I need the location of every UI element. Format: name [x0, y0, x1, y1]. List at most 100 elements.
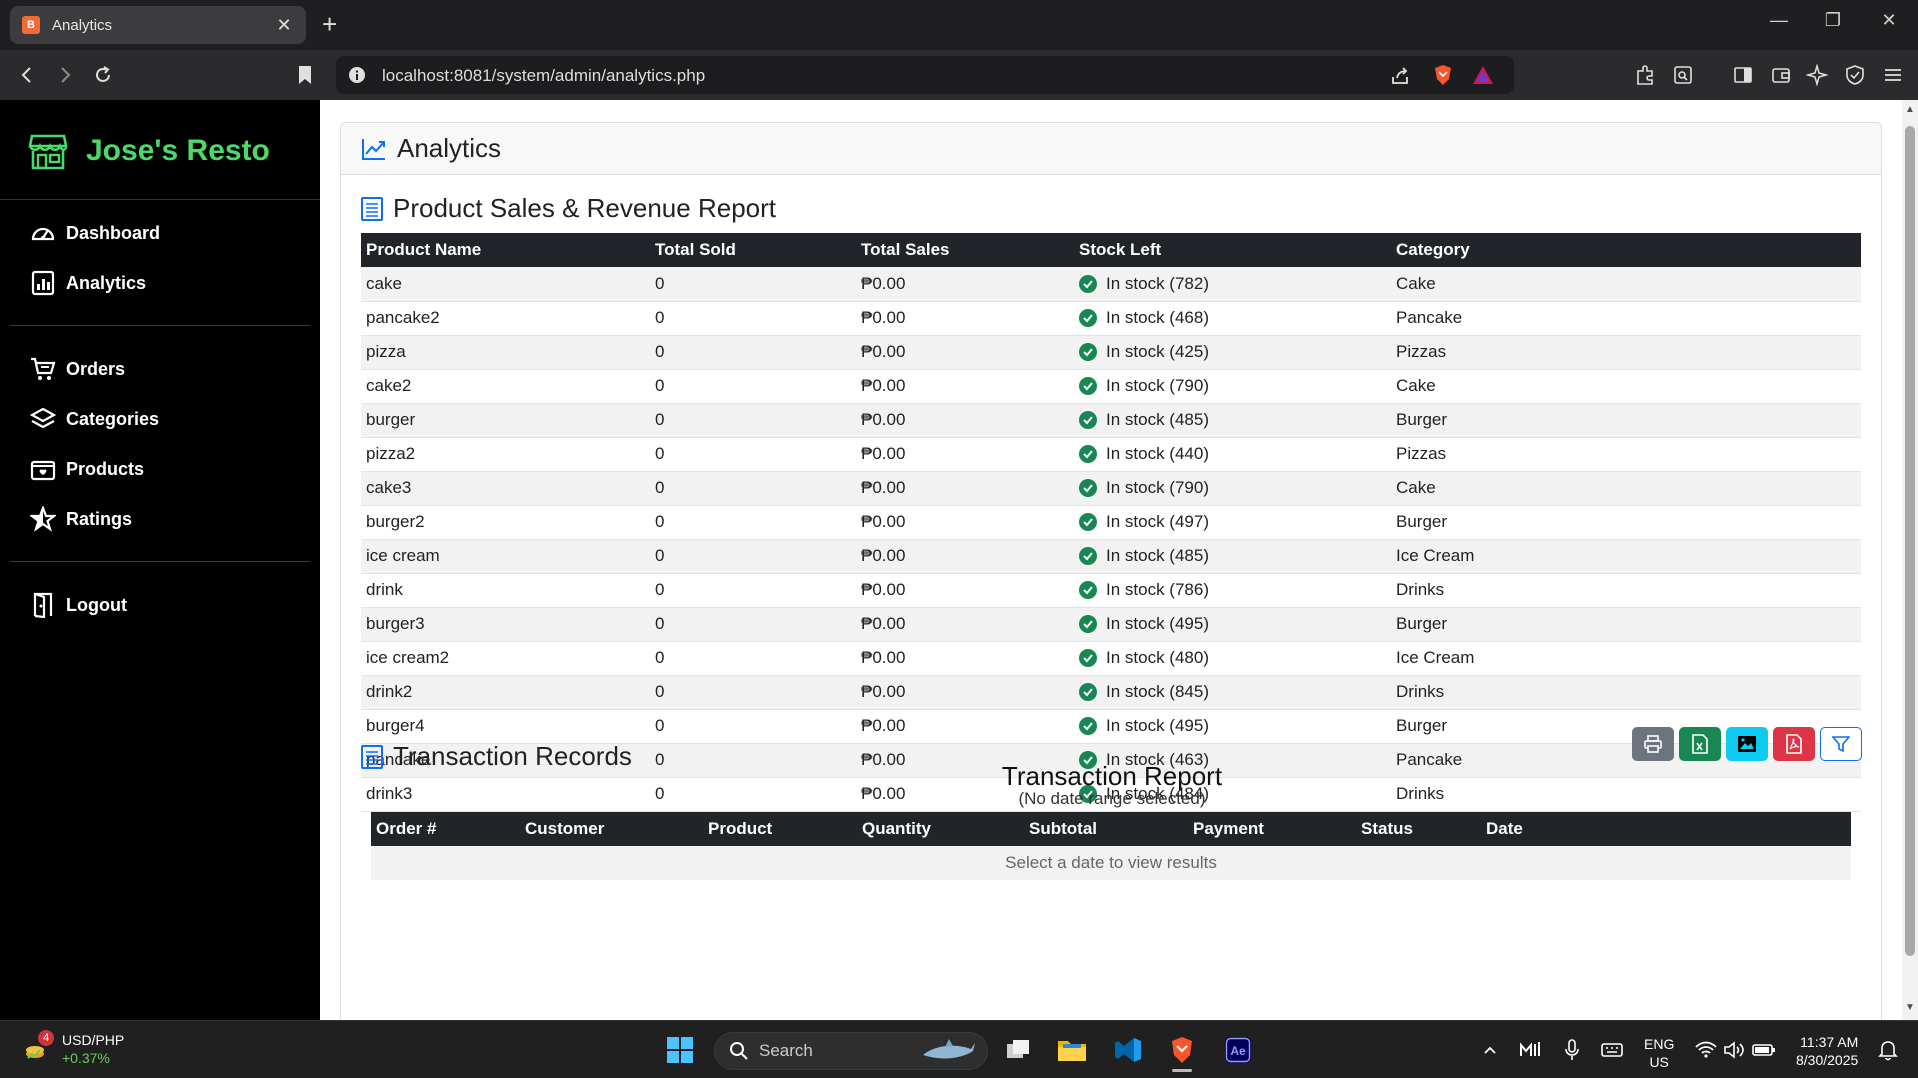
back-icon[interactable] — [14, 62, 40, 88]
pdf-button[interactable] — [1773, 727, 1815, 761]
filter-button[interactable] — [1820, 727, 1862, 761]
box-icon — [28, 454, 58, 484]
sidebar-item-orders[interactable]: Orders — [28, 352, 125, 386]
scroll-up-icon[interactable]: ▲ — [1905, 104, 1915, 115]
stock-cell: In stock (845) — [1074, 675, 1391, 710]
check-circle-icon — [1079, 479, 1097, 497]
window-close-icon[interactable]: ✕ — [1874, 10, 1904, 31]
star-icon — [28, 504, 58, 534]
keyboard-icon[interactable] — [1596, 1034, 1628, 1066]
tray-app-icon[interactable] — [1514, 1034, 1546, 1066]
language-indicator[interactable]: ENG US — [1644, 1035, 1674, 1071]
table-row: Select a date to view results — [371, 846, 1851, 880]
url-text: localhost:8081/system/admin/analytics.ph… — [382, 66, 706, 85]
stock-text: In stock (495) — [1106, 614, 1209, 633]
brand[interactable]: Jose's Resto — [28, 132, 270, 170]
share-icon[interactable] — [1390, 66, 1410, 86]
check-circle-icon — [1079, 411, 1097, 429]
brand-name: Jose's Resto — [86, 134, 270, 167]
site-info-icon[interactable] — [348, 66, 366, 84]
column-header: Date — [1481, 812, 1851, 846]
stock-text: In stock (468) — [1106, 308, 1209, 327]
sidebar-item-analytics[interactable]: Analytics — [28, 266, 146, 300]
notification-bell-icon[interactable] — [1872, 1034, 1904, 1066]
windows-start-icon[interactable] — [664, 1034, 696, 1066]
weather-ticker-widget[interactable]: 4 USD/PHP +0.37% — [24, 1030, 124, 1067]
browser-tab[interactable]: B Analytics ✕ — [10, 6, 306, 44]
table-row: ice cream2 0 ₱0.00 In stock (480) Ice Cream — [361, 641, 1861, 676]
minimize-icon[interactable]: — — [1764, 10, 1794, 31]
column-header: Stock Left — [1074, 233, 1391, 267]
brave-shields-icon[interactable] — [1432, 64, 1454, 86]
total-sales-cell: ₱0.00 — [856, 675, 1074, 710]
forward-icon[interactable] — [52, 62, 78, 88]
page-viewport: Jose's Resto Dashboard Analytics Orders — [0, 100, 1918, 1020]
total-sold-cell: 0 — [650, 267, 856, 302]
brave-rewards-icon[interactable] — [1472, 64, 1494, 86]
table-row: ice cream 0 ₱0.00 In stock (485) Ice Cream — [361, 539, 1861, 574]
sidebar-toggle-icon[interactable] — [1730, 62, 1756, 88]
excel-button[interactable] — [1679, 727, 1721, 761]
total-sales-cell: ₱0.00 — [856, 267, 1074, 302]
sidebar-item-dashboard[interactable]: Dashboard — [28, 216, 160, 250]
brave-browser-icon[interactable] — [1166, 1034, 1198, 1072]
print-button[interactable] — [1632, 727, 1674, 761]
stock-text: In stock (845) — [1106, 682, 1209, 701]
page-scrollbar[interactable]: ▲ ▼ — [1902, 100, 1918, 1020]
total-sold-cell: 0 — [650, 675, 856, 710]
microphone-icon[interactable] — [1556, 1034, 1588, 1066]
reload-icon[interactable] — [90, 62, 116, 88]
table-row: pizza2 0 ₱0.00 In stock (440) Pizzas — [361, 437, 1861, 472]
category-cell: Pizzas — [1391, 335, 1861, 370]
extensions-icon[interactable] — [1632, 62, 1658, 88]
task-view-icon[interactable] — [1002, 1034, 1034, 1066]
total-sales-cell: ₱0.00 — [856, 403, 1074, 438]
leo-ai-icon[interactable] — [1804, 62, 1830, 88]
sidebar-item-ratings[interactable]: Ratings — [28, 502, 132, 536]
sidebar-item-logout[interactable]: Logout — [28, 588, 127, 622]
stock-cell: In stock (480) — [1074, 641, 1391, 676]
stock-text: In stock (497) — [1106, 512, 1209, 531]
stock-text: In stock (782) — [1106, 273, 1209, 293]
address-bar[interactable]: localhost:8081/system/admin/analytics.ph… — [336, 56, 1514, 94]
taskbar-search[interactable]: Search — [714, 1032, 988, 1070]
volume-icon[interactable] — [1718, 1034, 1750, 1066]
report-title: Transaction Report — [1001, 761, 1223, 791]
file-explorer-icon[interactable] — [1056, 1034, 1088, 1066]
menu-icon[interactable] — [1880, 62, 1906, 88]
tab-close-icon[interactable]: ✕ — [274, 15, 294, 36]
sales-table: Product Name Total Sold Total Sales Stoc… — [361, 233, 1861, 812]
scroll-thumb[interactable] — [1905, 126, 1915, 956]
vscode-icon[interactable] — [1112, 1034, 1144, 1066]
sidebar-item-products[interactable]: Products — [28, 452, 144, 486]
image-button[interactable] — [1726, 727, 1768, 761]
restore-icon[interactable]: ❐ — [1818, 10, 1848, 31]
system-clock[interactable]: 11:37 AM 8/30/2025 — [1796, 1033, 1858, 1069]
gauge-icon — [28, 218, 58, 248]
category-cell: Cake — [1391, 369, 1861, 404]
stock-cell: In stock (425) — [1074, 335, 1391, 370]
wallet-icon[interactable] — [1768, 62, 1794, 88]
sidebar-item-label: Analytics — [66, 272, 147, 293]
sidebar-item-label: Dashboard — [66, 222, 161, 243]
new-tab-icon[interactable]: + — [322, 10, 337, 38]
product-name-cell: burger3 — [361, 607, 650, 642]
battery-icon[interactable] — [1748, 1034, 1780, 1066]
cart-icon — [28, 354, 58, 384]
tray-chevron-up-icon[interactable] — [1474, 1034, 1506, 1066]
check-circle-icon — [1079, 717, 1097, 735]
total-sold-cell: 0 — [650, 573, 856, 608]
sidebar-item-categories[interactable]: Categories — [28, 402, 159, 436]
bookmark-icon[interactable] — [292, 62, 318, 88]
category-cell: Burger — [1391, 403, 1861, 438]
stock-text: In stock (790) — [1106, 478, 1209, 497]
total-sales-cell: ₱0.00 — [856, 301, 1074, 336]
sidebar-item-label: Logout — [66, 594, 127, 615]
page-search-icon[interactable] — [1670, 62, 1696, 88]
door-icon — [28, 590, 58, 620]
vpn-shield-icon[interactable] — [1842, 62, 1868, 88]
scroll-down-icon[interactable]: ▼ — [1905, 1002, 1915, 1013]
total-sold-cell: 0 — [650, 471, 856, 506]
currency-icon: 4 — [24, 1030, 54, 1062]
after-effects-icon[interactable]: Ae — [1222, 1034, 1254, 1066]
